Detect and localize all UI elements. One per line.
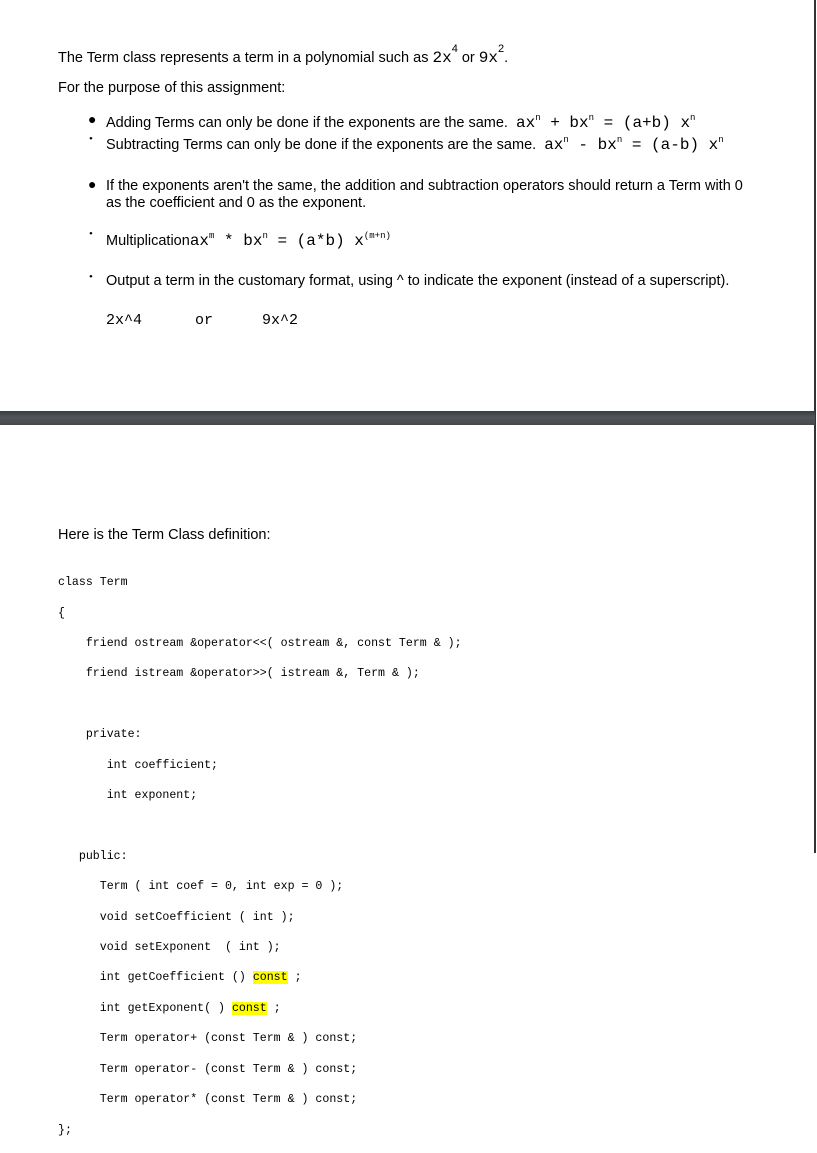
code-line: friend ostream &operator<<( ostream &, c… <box>58 637 462 651</box>
bullet-multiplication-formula: axm * bxn = (a*b) x(m+n) <box>189 231 391 250</box>
bullet-icon: ● <box>88 178 97 193</box>
intro-period: . <box>504 50 509 66</box>
bullet-multiplication: Multiplicationaxm * bxn = (a*b) x(m+n) <box>106 231 391 250</box>
code-line: int getCoefficient () const ; <box>58 971 302 985</box>
bullet-icon: • <box>89 271 93 283</box>
example-term-1-exponent: 4 <box>451 43 458 55</box>
class-definition-heading: Here is the Term Class definition: <box>58 527 271 543</box>
intro-or: or <box>461 50 475 66</box>
bullet-icon: • <box>89 228 93 240</box>
code-line: int coefficient; <box>58 758 219 772</box>
bullet-subtracting: Subtracting Terms can only be done if th… <box>106 135 724 154</box>
bullet-output: Output a term in the customary format, u… <box>106 273 730 289</box>
code-line: Term ( int coef = 0, int exp = 0 ); <box>58 880 344 894</box>
bullet-mismatch-line1: If the exponents aren't the same, the ad… <box>106 178 743 194</box>
example-term-1: 2x <box>432 49 452 67</box>
code-line: friend istream &operator>>( istream &, T… <box>58 667 420 681</box>
code-line: Term operator+ (const Term & ) const; <box>58 1032 358 1046</box>
highlighted-const: const <box>252 971 288 985</box>
code-line: private: <box>58 728 142 742</box>
code-line: void setCoefficient ( int ); <box>58 910 295 924</box>
highlighted-const: const <box>231 1001 267 1015</box>
bullet-subtracting-text: Subtracting Terms can only be done if th… <box>106 137 537 153</box>
code-line: { <box>58 606 65 620</box>
bullet-icon: ● <box>88 113 97 128</box>
purpose-heading: For the purpose of this assignment: <box>58 80 286 96</box>
code-block: class Term { friend ostream &operator<<(… <box>58 560 462 1153</box>
output-example-2: 9x^2 <box>262 312 299 329</box>
bullet-mismatch-line2: as the coefficient and 0 as the exponent… <box>106 195 367 211</box>
bullet-icon: • <box>89 133 93 145</box>
intro-paragraph: The Term class represents a term in a po… <box>58 43 508 67</box>
page-break-divider <box>0 411 815 425</box>
bullet-subtracting-formula: axn - bxn = (a-b) xn <box>544 135 724 154</box>
intro-text: The Term class represents a term in a po… <box>58 50 429 66</box>
bullet-adding-text: Adding Terms can only be done if the exp… <box>106 115 508 131</box>
code-line: Term operator- (const Term & ) const; <box>58 1062 358 1076</box>
code-line: void setExponent ( int ); <box>58 941 281 955</box>
output-example-1: 2x^4 <box>106 312 143 329</box>
code-line: Term operator* (const Term & ) const; <box>58 1093 358 1107</box>
code-line: int getExponent( ) const ; <box>58 1001 281 1015</box>
example-term-2: 9x <box>478 49 498 67</box>
bullet-multiplication-text: Multiplication <box>106 233 190 249</box>
code-line: class Term <box>58 576 128 590</box>
bullet-adding-formula: axn + bxn = (a+b) xn <box>516 113 696 132</box>
bullet-mismatch: If the exponents aren't the same, the ad… <box>106 178 743 212</box>
code-line: public: <box>58 849 128 863</box>
code-line: int exponent; <box>58 789 198 803</box>
page-edge-line <box>814 0 816 853</box>
output-example-or: or <box>195 312 214 329</box>
bullet-adding: Adding Terms can only be done if the exp… <box>106 113 695 132</box>
code-line: }; <box>58 1123 72 1137</box>
